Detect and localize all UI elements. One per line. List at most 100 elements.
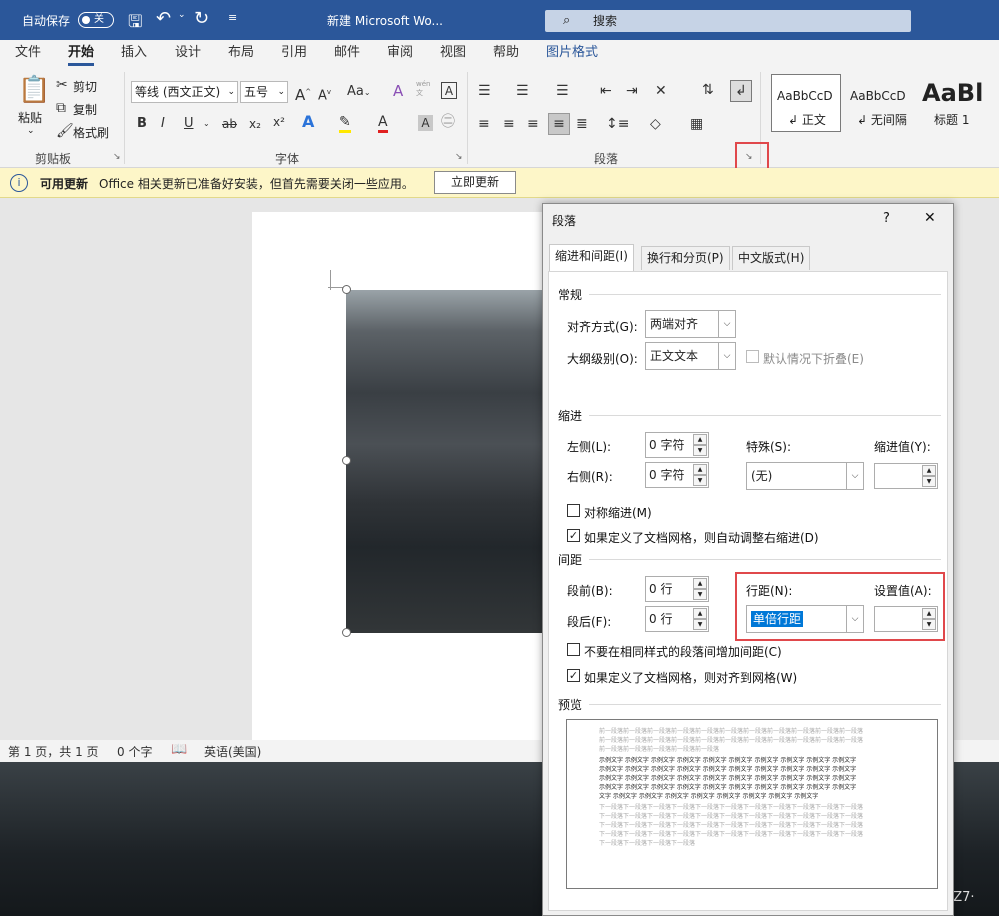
language[interactable]: 英语(美国) <box>204 743 261 760</box>
resize-handle[interactable] <box>342 456 351 465</box>
format-painter-icon[interactable]: 🖌 <box>56 123 74 139</box>
strikethrough-button[interactable]: ab <box>222 116 237 132</box>
tab-insert[interactable]: 插入 <box>121 40 147 66</box>
paste-icon[interactable]: 📋 <box>18 76 50 104</box>
align-right-icon[interactable]: ≡ <box>527 116 539 132</box>
phonetic-guide-icon[interactable]: wén 文 <box>416 80 430 98</box>
tab-view[interactable]: 视图 <box>440 40 466 66</box>
redo-icon[interactable]: ↻ <box>194 8 209 29</box>
paste-dropdown-icon[interactable]: ⌄ <box>27 126 35 136</box>
tab-references[interactable]: 引用 <box>281 40 307 66</box>
font-color-icon[interactable]: A <box>378 114 388 133</box>
tab-home[interactable]: 开始 <box>68 40 95 66</box>
spin-up-icon[interactable]: ▲ <box>693 608 707 619</box>
copy-label[interactable]: 复制 <box>73 101 97 118</box>
format-painter-label[interactable]: 格式刷 <box>73 124 109 141</box>
spin-down-icon[interactable]: ▼ <box>922 476 936 487</box>
highlight-icon[interactable]: ✎ <box>339 114 351 133</box>
underline-button[interactable]: U <box>184 116 194 132</box>
line-spacing-icon[interactable]: ↕≡ <box>606 116 629 132</box>
spin-down-icon[interactable]: ▼ <box>693 445 707 456</box>
spin-down-icon[interactable]: ▼ <box>693 589 707 600</box>
decrease-indent-icon[interactable]: ⇤ <box>600 83 612 99</box>
font-launcher-icon[interactable]: ↘ <box>455 152 463 162</box>
spin-up-icon[interactable]: ▲ <box>693 464 707 475</box>
snap-to-grid-checkbox[interactable]: ✓ <box>567 669 580 682</box>
clipboard-launcher-icon[interactable]: ↘ <box>113 152 121 162</box>
word-count[interactable]: 0 个字 <box>117 743 152 760</box>
spin-up-icon[interactable]: ▲ <box>922 465 936 476</box>
page-count[interactable]: 第 1 页，共 1 页 <box>8 743 99 760</box>
help-button[interactable]: ? <box>883 211 890 226</box>
save-icon[interactable]: 🖫 <box>128 9 142 38</box>
paste-label[interactable]: 粘贴 <box>18 109 42 126</box>
autosave-toggle[interactable]: 关 <box>78 12 114 28</box>
align-center-icon[interactable]: ≡ <box>503 116 515 132</box>
font-name-select[interactable]: 等线 (西文正文) ⌄ <box>131 81 238 103</box>
subscript-button[interactable]: x₂ <box>249 116 261 132</box>
spin-down-icon[interactable]: ▼ <box>693 475 707 486</box>
character-shading-icon[interactable]: A <box>418 115 433 131</box>
character-border-icon[interactable]: A <box>441 82 457 99</box>
justify-icon[interactable]: ≡ <box>548 113 570 135</box>
tab-review[interactable]: 审阅 <box>387 40 413 66</box>
spin-up-icon[interactable]: ▲ <box>693 578 707 589</box>
inserted-photo[interactable] <box>346 290 542 633</box>
tab-design[interactable]: 设计 <box>175 40 201 66</box>
text-effects-icon[interactable]: A <box>302 114 314 130</box>
enclose-characters-icon[interactable]: ㊁ <box>441 114 455 130</box>
tab-picture-format[interactable]: 图片格式 <box>546 40 598 66</box>
search-box[interactable]: ⌕ 搜索 <box>545 10 911 32</box>
align-left-icon[interactable]: ≡ <box>478 116 490 132</box>
indent-by-spinner[interactable]: ▲ ▼ <box>874 463 938 489</box>
alignment-select[interactable]: 两端对齐 ⌵ <box>645 310 736 338</box>
sort-icon[interactable]: ⇅ <box>702 82 714 98</box>
tab-line-page-breaks[interactable]: 换行和分页(P) <box>641 246 730 270</box>
bullets-icon[interactable]: ☰ <box>478 83 491 99</box>
tab-mailings[interactable]: 邮件 <box>334 40 360 66</box>
mirror-indents-checkbox[interactable] <box>567 504 580 517</box>
spin-down-icon[interactable]: ▼ <box>693 619 707 630</box>
grow-font-icon[interactable]: A^ <box>295 84 311 103</box>
spin-up-icon[interactable]: ▲ <box>693 434 707 445</box>
spacing-before-spinner[interactable]: 0 行 ▲ ▼ <box>645 576 709 602</box>
scissors-icon[interactable]: ✂ <box>56 77 68 93</box>
distributed-icon[interactable]: ≣ <box>576 116 588 132</box>
italic-button[interactable]: I <box>161 116 165 132</box>
resize-handle[interactable] <box>342 285 351 294</box>
tab-layout[interactable]: 布局 <box>228 40 254 66</box>
style-no-spacing[interactable]: AaBbCcD ↲ 无间隔 <box>844 74 914 132</box>
tab-help[interactable]: 帮助 <box>493 40 519 66</box>
indent-left-spinner[interactable]: 0 字符 ▲ ▼ <box>645 432 709 458</box>
tab-indents-spacing[interactable]: 缩进和间距(I) <box>549 244 634 271</box>
update-now-button[interactable]: 立即更新 <box>434 171 516 194</box>
superscript-button[interactable]: x² <box>273 114 285 130</box>
underline-dropdown-icon[interactable]: ⌄ <box>203 116 210 132</box>
multilevel-list-icon[interactable]: ☰ <box>556 83 569 99</box>
resize-handle[interactable] <box>342 628 351 637</box>
no-space-checkbox[interactable] <box>567 643 580 656</box>
copy-icon[interactable]: ⧉ <box>56 100 66 116</box>
increase-indent-icon[interactable]: ⇥ <box>626 83 638 99</box>
collapse-checkbox[interactable] <box>746 350 759 363</box>
change-case-icon[interactable]: Aa⌄ <box>347 84 371 101</box>
close-icon[interactable]: ✕ <box>924 210 936 226</box>
shading-icon[interactable]: ◇ <box>650 116 661 132</box>
proofing-icon[interactable]: 📖 <box>171 742 187 757</box>
style-heading-1[interactable]: AaBl 标题 1 <box>917 74 999 132</box>
indent-right-spinner[interactable]: 0 字符 ▲ ▼ <box>645 462 709 488</box>
numbering-icon[interactable]: ☰ <box>516 83 529 99</box>
style-normal[interactable]: AaBbCcD ↲ 正文 <box>771 74 841 132</box>
auto-adjust-checkbox[interactable]: ✓ <box>567 529 580 542</box>
outline-level-select[interactable]: 正文文本 ⌵ <box>645 342 736 370</box>
asian-layout-icon[interactable]: ✕ <box>655 83 667 99</box>
bold-button[interactable]: B <box>137 116 147 132</box>
show-marks-icon[interactable]: ↲ <box>730 80 752 102</box>
undo-icon[interactable]: ↶ <box>156 8 171 29</box>
font-size-select[interactable]: 五号 ⌄ <box>240 81 288 103</box>
clear-formatting-icon[interactable]: A <box>393 83 403 99</box>
shrink-font-icon[interactable]: Av <box>318 84 331 104</box>
spacing-after-spinner[interactable]: 0 行 ▲ ▼ <box>645 606 709 632</box>
special-select[interactable]: (无) ⌵ <box>746 462 864 490</box>
customize-qat-icon[interactable]: ≡ <box>228 11 237 24</box>
